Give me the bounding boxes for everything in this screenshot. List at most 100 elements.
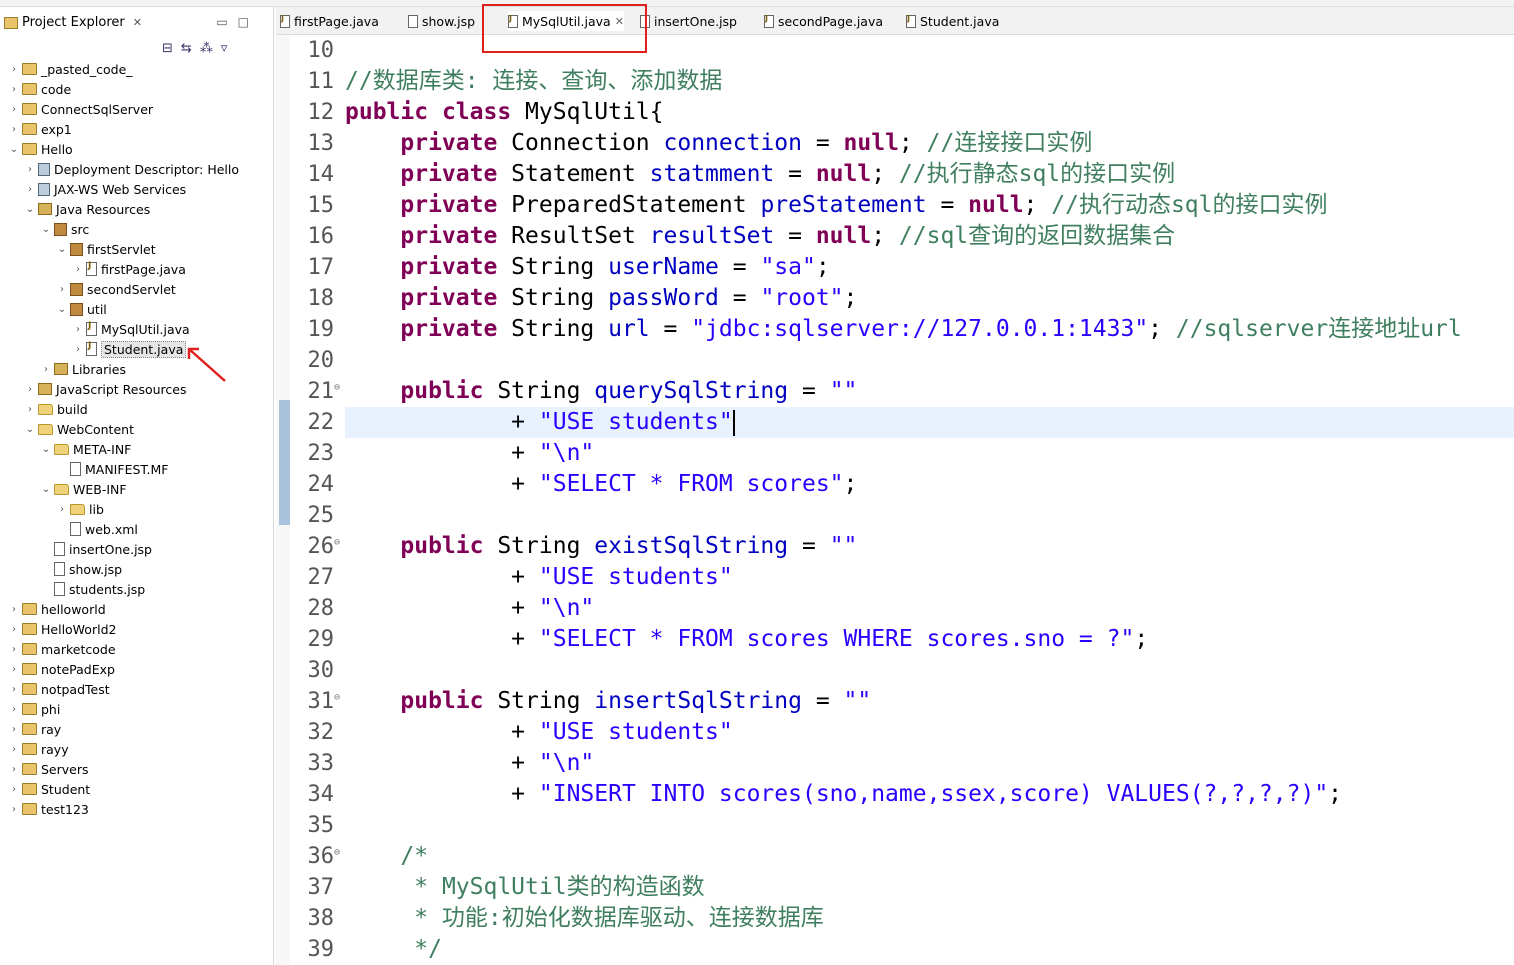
tree-item[interactable]: web.xml (56, 519, 138, 539)
code-line[interactable]: 15 private PreparedStatement preStatemen… (276, 190, 1514, 221)
code-line[interactable]: 23 + "\n" (276, 438, 1514, 469)
tree-item[interactable]: › Libraries (40, 359, 126, 379)
code-line[interactable]: 17 private String userName = "sa"; (276, 252, 1514, 283)
tree-item[interactable]: › Student (8, 779, 90, 799)
tree-item[interactable]: › exp1 (8, 119, 72, 139)
tree-item[interactable]: › helloworld (8, 599, 106, 619)
tree-item[interactable]: › code (8, 79, 71, 99)
chevron-right-icon[interactable]: › (24, 164, 36, 175)
close-tab-icon[interactable]: ✕ (615, 15, 624, 28)
link-with-editor-icon[interactable]: ⇆ (181, 41, 200, 56)
chevron-right-icon[interactable]: › (72, 324, 84, 335)
chevron-right-icon[interactable]: › (24, 384, 36, 395)
fold-toggle-icon[interactable]: ⊖ (334, 372, 340, 403)
fold-toggle-icon[interactable]: ⊖ (334, 682, 340, 713)
chevron-right-icon[interactable]: › (8, 664, 20, 675)
tree-item[interactable]: › Deployment Descriptor: Hello (24, 159, 239, 179)
minimize-icon[interactable]: ▭ (216, 15, 237, 29)
tree-item[interactable]: ⌄ Hello (8, 139, 73, 159)
tree-item[interactable]: › secondServlet (56, 279, 176, 299)
collapse-all-icon[interactable]: ⊟ (162, 41, 181, 56)
code-line[interactable]: 35 (276, 810, 1514, 841)
code-line[interactable]: 28 + "\n" (276, 593, 1514, 624)
editor-tab[interactable]: Student.java (906, 11, 999, 31)
code-line[interactable]: 38 * 功能:初始化数据库驱动、连接数据库 (276, 903, 1514, 934)
editor-tab[interactable]: MySqlUtil.java ✕ (508, 11, 624, 31)
chevron-right-icon[interactable]: › (24, 184, 36, 195)
chevron-right-icon[interactable]: › (72, 264, 84, 275)
editor-tab[interactable]: secondPage.java (764, 11, 883, 31)
filters-icon[interactable]: ⁂ (200, 41, 221, 56)
chevron-right-icon[interactable]: › (8, 124, 20, 135)
code-line[interactable]: 22 + "USE students" (308, 407, 1514, 438)
chevron-right-icon[interactable]: › (8, 684, 20, 695)
tree-item[interactable]: ⌄ util (56, 299, 107, 319)
chevron-down-icon[interactable]: ⌄ (24, 204, 36, 215)
chevron-right-icon[interactable]: › (8, 604, 20, 615)
chevron-down-icon[interactable]: ⌄ (56, 244, 68, 255)
code-line[interactable]: 34 + "INSERT INTO scores(sno,name,ssex,s… (276, 779, 1514, 810)
chevron-right-icon[interactable]: › (72, 344, 84, 355)
chevron-right-icon[interactable]: › (8, 744, 20, 755)
tree-item[interactable]: › lib (56, 499, 104, 519)
tree-item[interactable]: ⌄ WebContent (24, 419, 134, 439)
tree-item[interactable]: › notePadExp (8, 659, 115, 679)
chevron-right-icon[interactable]: › (8, 724, 20, 735)
code-line[interactable]: 24 + "SELECT * FROM scores"; (276, 469, 1514, 500)
chevron-right-icon[interactable]: › (56, 504, 68, 515)
chevron-right-icon[interactable]: › (8, 644, 20, 655)
tree-item[interactable]: › JavaScript Resources (24, 379, 186, 399)
tree-item[interactable]: › HelloWorld2 (8, 619, 116, 639)
code-line[interactable]: 30 (276, 655, 1514, 686)
chevron-down-icon[interactable]: ⌄ (40, 444, 52, 455)
tree-item[interactable]: › Servers (8, 759, 89, 779)
tree-item[interactable]: › _pasted_code_ (8, 59, 133, 79)
editor-tab[interactable]: show.jsp (408, 11, 475, 31)
chevron-right-icon[interactable]: › (8, 804, 20, 815)
chevron-down-icon[interactable]: ⌄ (24, 424, 36, 435)
chevron-right-icon[interactable]: › (8, 704, 20, 715)
code-line[interactable]: 25 (276, 500, 1514, 531)
code-line[interactable]: 26 ⊖ public String existSqlString = "" (276, 531, 1514, 562)
tree-item[interactable]: ⌄ firstServlet (56, 239, 156, 259)
chevron-right-icon[interactable]: › (56, 284, 68, 295)
tree-item[interactable]: › MySqlUtil.java (72, 319, 190, 339)
code-line[interactable]: 14 private Statement statmment = null; /… (276, 159, 1514, 190)
code-line[interactable]: 13 private Connection connection = null;… (276, 128, 1514, 159)
tree-item[interactable]: ⌄ WEB-INF (40, 479, 127, 499)
chevron-right-icon[interactable]: › (8, 64, 20, 75)
tree-item[interactable]: MANIFEST.MF (56, 459, 169, 479)
tree-item[interactable]: ⌄ Java Resources (24, 199, 150, 219)
tree-item[interactable]: › test123 (8, 799, 89, 819)
code-line[interactable]: 37 * MySqlUtil类的构造函数 (276, 872, 1514, 903)
chevron-right-icon[interactable]: › (8, 784, 20, 795)
chevron-right-icon[interactable]: › (8, 624, 20, 635)
tree-item[interactable]: › ray (8, 719, 61, 739)
code-line[interactable]: 32 + "USE students" (276, 717, 1514, 748)
code-line[interactable]: 12 public class MySqlUtil{ (276, 97, 1514, 128)
project-explorer-tab[interactable]: Project Explorer ✕ (4, 15, 142, 30)
tree-item[interactable]: ⌄ META-INF (40, 439, 132, 459)
chevron-right-icon[interactable]: › (8, 764, 20, 775)
code-line[interactable]: 36 ⊖ /* (276, 841, 1514, 872)
tree-item[interactable]: ⌄ src (40, 219, 89, 239)
fold-toggle-icon[interactable]: ⊖ (334, 527, 340, 558)
chevron-down-icon[interactable]: ⌄ (56, 304, 68, 315)
tree-item[interactable]: › Student.java (72, 339, 187, 359)
tree-item[interactable]: show.jsp (40, 559, 122, 579)
editor-tab[interactable]: firstPage.java (280, 11, 379, 31)
code-line[interactable]: 31 ⊖ public String insertSqlString = "" (276, 686, 1514, 717)
close-icon[interactable]: ✕ (133, 16, 142, 29)
chevron-right-icon[interactable]: › (8, 84, 20, 95)
code-line[interactable]: 10 (276, 35, 1514, 66)
code-line[interactable]: 33 + "\n" (276, 748, 1514, 779)
chevron-down-icon[interactable]: ⌄ (40, 224, 52, 235)
editor-tab[interactable]: insertOne.jsp (640, 11, 737, 31)
tree-item[interactable]: › firstPage.java (72, 259, 186, 279)
code-line[interactable]: 19 private String url = "jdbc:sqlserver:… (276, 314, 1514, 345)
chevron-down-icon[interactable]: ⌄ (8, 144, 20, 155)
code-line[interactable]: 21 ⊖ public String querySqlString = "" (276, 376, 1514, 407)
maximize-icon[interactable]: □ (238, 15, 259, 29)
chevron-down-icon[interactable]: ⌄ (40, 484, 52, 495)
code-line[interactable]: 29 + "SELECT * FROM scores WHERE scores.… (276, 624, 1514, 655)
